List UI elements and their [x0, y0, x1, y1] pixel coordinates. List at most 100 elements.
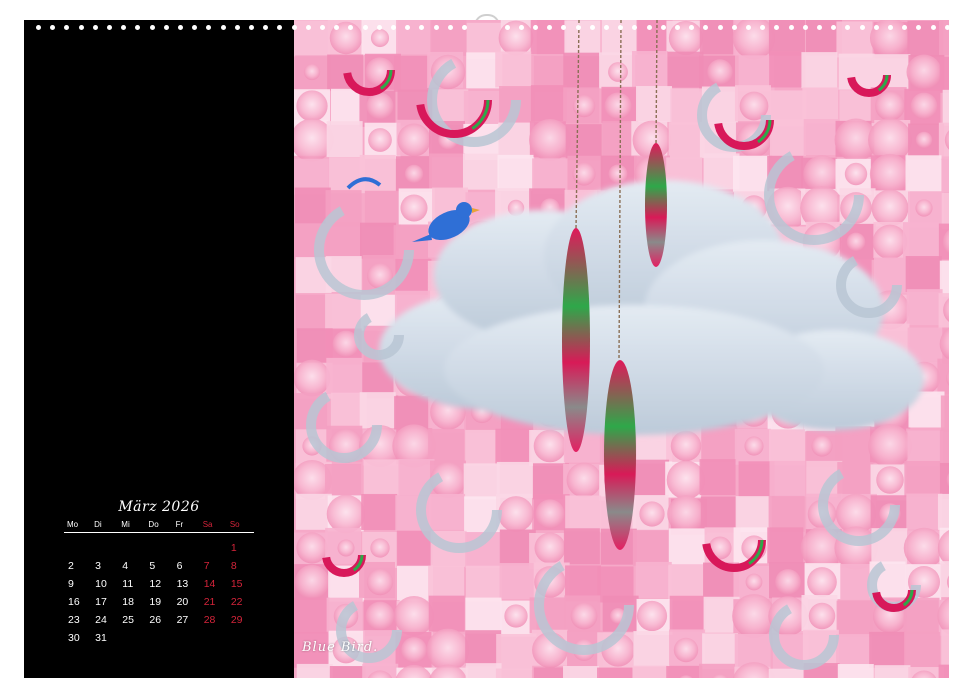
- day-cell: 2: [68, 560, 74, 572]
- binding-hole: [320, 25, 325, 30]
- weekday-label: Do: [148, 520, 159, 529]
- binding-hole: [717, 25, 723, 30]
- binding-hole: [192, 25, 198, 30]
- binding-hole: [163, 25, 169, 30]
- binding-hole: [831, 25, 837, 30]
- binding-hole: [405, 25, 411, 30]
- binding-hole: [391, 25, 396, 30]
- binding-hole: [575, 25, 581, 30]
- binding-hole: [234, 25, 240, 30]
- binding-hole: [433, 25, 439, 30]
- binding-hole: [604, 25, 609, 30]
- binding-hole: [859, 25, 865, 30]
- binding-hole: [107, 25, 112, 30]
- binding-hole: [518, 25, 524, 30]
- weekday-label: Di: [94, 520, 102, 529]
- binding-hole: [78, 25, 84, 30]
- binding-hole: [902, 25, 908, 30]
- binding-hole: [689, 25, 695, 30]
- day-cell: 17: [95, 596, 107, 608]
- month-grid: März 2026 Mo Di Mi Do Fr Sa So 1 2 3 4 5 6 7 8 9 10 11 12…: [64, 498, 254, 647]
- binding-hole: [760, 25, 766, 30]
- binding-hole: [305, 25, 311, 30]
- days-grid: 1 2 3 4 5 6 7 8 9 10 11 12 13 14 15 16 17 18 19 20 21 22 23 24 2…: [64, 539, 254, 647]
- binding-hole: [873, 25, 879, 30]
- day-cell: 10: [95, 578, 107, 590]
- day-cell: 29: [230, 614, 243, 626]
- binding-hole: [376, 25, 382, 30]
- binding-hole: [930, 25, 936, 30]
- binding-hole: [504, 25, 510, 30]
- day-cell: 22: [230, 596, 243, 608]
- calendar-black-panel: März 2026 Mo Di Mi Do Fr Sa So 1 2 3 4 5 6 7 8 9 10 11 12…: [24, 20, 294, 678]
- binding-hole: [121, 25, 127, 30]
- day-cell: 23: [68, 614, 80, 626]
- day-cell: 1: [230, 542, 237, 554]
- binding-hole: [206, 25, 212, 30]
- feather-ornament: [645, 143, 667, 267]
- binding-hole: [36, 25, 41, 30]
- binding-hole: [817, 25, 822, 30]
- binding-hole: [348, 25, 354, 30]
- binding-hole: [802, 25, 808, 30]
- binding-hole: [888, 25, 893, 30]
- binding-hole: [916, 25, 922, 30]
- binding-hole: [462, 25, 467, 30]
- day-cell: 28: [203, 614, 216, 626]
- day-cell: 11: [122, 578, 134, 590]
- binding-hole: [419, 25, 425, 30]
- artwork-photo: [294, 20, 949, 678]
- feather-ornament: [604, 360, 636, 550]
- binding-hole: [547, 25, 553, 30]
- binding-hole: [220, 25, 226, 30]
- binding-hole: [533, 25, 538, 30]
- spiral-binding: [24, 20, 950, 32]
- binding-hole: [277, 25, 283, 30]
- binding-hole: [263, 25, 269, 30]
- binding-hole: [746, 25, 751, 30]
- binding-hole: [561, 25, 567, 30]
- binding-hole: [646, 25, 652, 30]
- binding-hole: [632, 25, 638, 30]
- wall-calendar-page: März 2026 Mo Di Mi Do Fr Sa So 1 2 3 4 5 6 7 8 9 10 11 12…: [24, 20, 949, 678]
- binding-hole: [675, 25, 680, 30]
- day-cell: 12: [149, 578, 162, 590]
- day-cell: 18: [122, 596, 134, 608]
- day-cell: 9: [68, 578, 74, 590]
- binding-hole: [64, 25, 70, 30]
- binding-hole: [703, 25, 709, 30]
- day-cell: 4: [122, 560, 129, 572]
- day-cell: 31: [95, 632, 107, 644]
- weekday-label: Sa: [202, 520, 213, 529]
- binding-hole: [362, 25, 368, 30]
- day-cell: 16: [68, 596, 80, 608]
- binding-hole: [774, 25, 780, 30]
- binding-hole: [731, 25, 737, 30]
- binding-hole: [149, 25, 155, 30]
- binding-hole: [92, 25, 98, 30]
- weekday-label: Mi: [121, 520, 130, 529]
- weekday-label: So: [229, 520, 240, 529]
- day-cell: 15: [230, 578, 243, 590]
- day-cell: 27: [176, 614, 189, 626]
- binding-hole: [660, 25, 666, 30]
- day-cell: 8: [230, 560, 237, 572]
- day-cell: 24: [95, 614, 107, 626]
- binding-hole: [589, 25, 595, 30]
- month-title: März 2026: [118, 499, 200, 515]
- binding-hole: [135, 25, 141, 30]
- binding-hole: [788, 25, 794, 30]
- binding-hole: [845, 25, 851, 30]
- binding-hole: [944, 25, 950, 30]
- day-cell: 14: [203, 578, 216, 590]
- binding-hole: [334, 25, 340, 30]
- day-cell: 30: [68, 632, 80, 644]
- binding-hole: [50, 25, 56, 30]
- binding-hole: [178, 25, 183, 30]
- day-cell: 7: [203, 560, 210, 572]
- day-cell: 25: [122, 614, 134, 626]
- day-cell: 5: [149, 560, 156, 572]
- day-cell: 3: [95, 560, 101, 572]
- pink-blossom-collage: [294, 20, 949, 678]
- binding-hole: [291, 25, 297, 30]
